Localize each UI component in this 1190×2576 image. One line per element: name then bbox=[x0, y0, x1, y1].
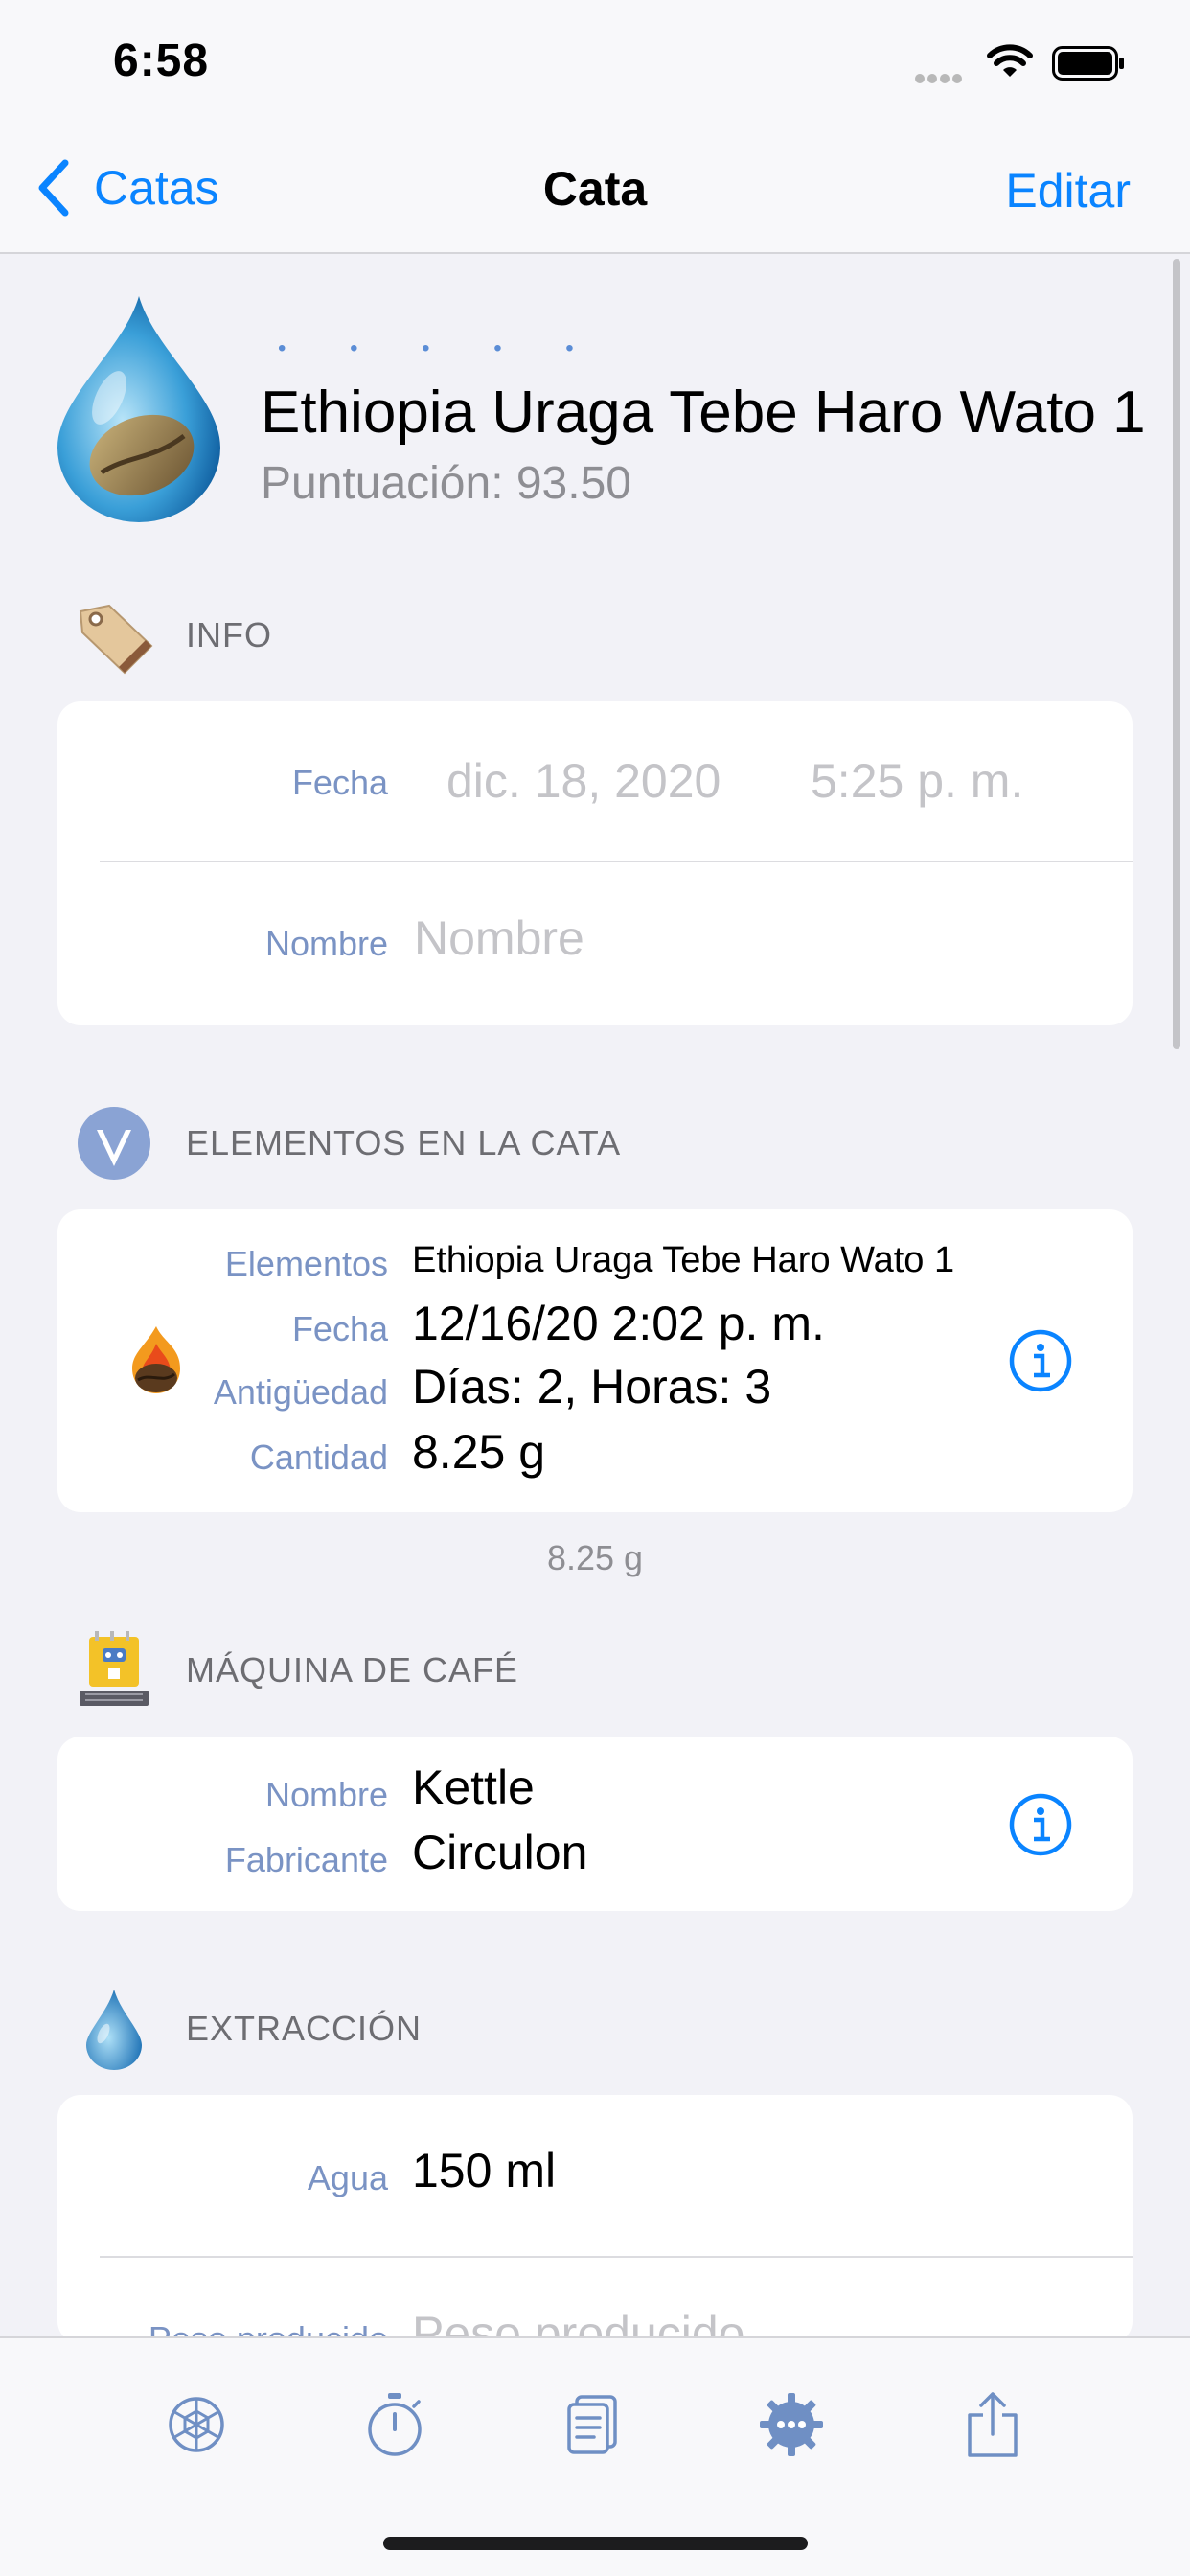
edit-button[interactable]: Editar bbox=[1005, 163, 1131, 218]
coffee-machine-icon bbox=[71, 1627, 157, 1714]
quantity-value: 8.25 g bbox=[412, 1425, 546, 1479]
info-icon[interactable] bbox=[1008, 1792, 1073, 1857]
water-drop-icon bbox=[71, 1986, 157, 2072]
elements-label: Elementos bbox=[224, 1244, 388, 1283]
elements-card[interactable]: Elementos Ethiopia Uraga Tebe Haro Wato … bbox=[57, 1209, 1133, 1512]
section-header-info: INFO bbox=[71, 592, 272, 678]
score-label: Puntuación: 93.50 bbox=[261, 458, 631, 509]
rating-dots[interactable]: • • • • • bbox=[278, 335, 603, 362]
section-title: INFO bbox=[186, 615, 272, 655]
name-input[interactable]: Nombre bbox=[414, 910, 584, 966]
time-value[interactable]: 5:25 p. m. bbox=[811, 753, 1023, 809]
machine-card[interactable]: Nombre Kettle Fabricante Circulon bbox=[57, 1736, 1133, 1911]
roast-date-value: 12/16/20 2:02 p. m. bbox=[412, 1297, 825, 1350]
name-label: Nombre bbox=[264, 924, 388, 963]
water-drop-coffee-bean-icon bbox=[57, 296, 220, 522]
quantity-footnote: 8.25 g bbox=[546, 1538, 644, 1577]
cellular-signal-icon bbox=[915, 71, 965, 88]
settings-icon[interactable] bbox=[753, 2386, 830, 2463]
section-title: EXTRACCIÓN bbox=[186, 2009, 423, 2048]
elements-value: Ethiopia Uraga Tebe Haro Wato 1 bbox=[412, 1240, 955, 1280]
date-value[interactable]: dic. 18, 2020 bbox=[446, 753, 721, 809]
navigation-bar: Catas Cata Editar bbox=[0, 126, 1190, 254]
status-time: 6:58 bbox=[113, 35, 210, 86]
section-header-extraction: EXTRACCIÓN bbox=[71, 1986, 422, 2072]
section-title: MÁQUINA DE CAFÉ bbox=[186, 1650, 519, 1690]
battery-icon bbox=[1052, 46, 1124, 80]
section-title: ELEMENTOS EN LA CATA bbox=[186, 1123, 622, 1162]
share-icon[interactable] bbox=[954, 2386, 1031, 2463]
machine-name-label: Nombre bbox=[264, 1775, 388, 1814]
divider bbox=[100, 2256, 1133, 2258]
notes-icon[interactable] bbox=[554, 2386, 630, 2463]
date-label: Fecha bbox=[291, 763, 388, 802]
age-value: Días: 2, Horas: 3 bbox=[412, 1360, 772, 1414]
info-card: Fecha dic. 18, 2020 5:25 p. m. Nombre No… bbox=[57, 702, 1133, 1025]
status-bar: 6:58 bbox=[0, 0, 1190, 126]
water-label: Agua bbox=[307, 2158, 388, 2197]
quantity-label: Cantidad bbox=[249, 1438, 388, 1477]
aroma-wheel-icon[interactable] bbox=[158, 2386, 235, 2463]
age-label: Antigüedad bbox=[213, 1372, 388, 1412]
extraction-card: Agua 150 ml Peso producido Peso producid… bbox=[57, 2095, 1133, 2344]
scroll-indicator[interactable] bbox=[1173, 259, 1180, 1049]
roast-date-label: Fecha bbox=[291, 1309, 388, 1348]
wifi-icon bbox=[987, 44, 1033, 77]
machine-maker-label: Fabricante bbox=[224, 1840, 388, 1879]
machine-maker-value: Circulon bbox=[412, 1826, 588, 1879]
cupping-badge-icon bbox=[71, 1100, 157, 1186]
machine-name-value: Kettle bbox=[412, 1760, 535, 1814]
water-value[interactable]: 150 ml bbox=[412, 2143, 556, 2198]
section-header-elements: ELEMENTOS EN LA CATA bbox=[71, 1100, 621, 1186]
tag-icon bbox=[71, 592, 157, 678]
section-header-machine: MÁQUINA DE CAFÉ bbox=[71, 1627, 518, 1714]
stopwatch-icon[interactable] bbox=[356, 2386, 433, 2463]
home-indicator[interactable] bbox=[383, 2537, 808, 2550]
info-icon[interactable] bbox=[1008, 1328, 1073, 1393]
coffee-name: Ethiopia Uraga Tebe Haro Wato 1 bbox=[261, 380, 1146, 446]
divider bbox=[100, 861, 1133, 862]
